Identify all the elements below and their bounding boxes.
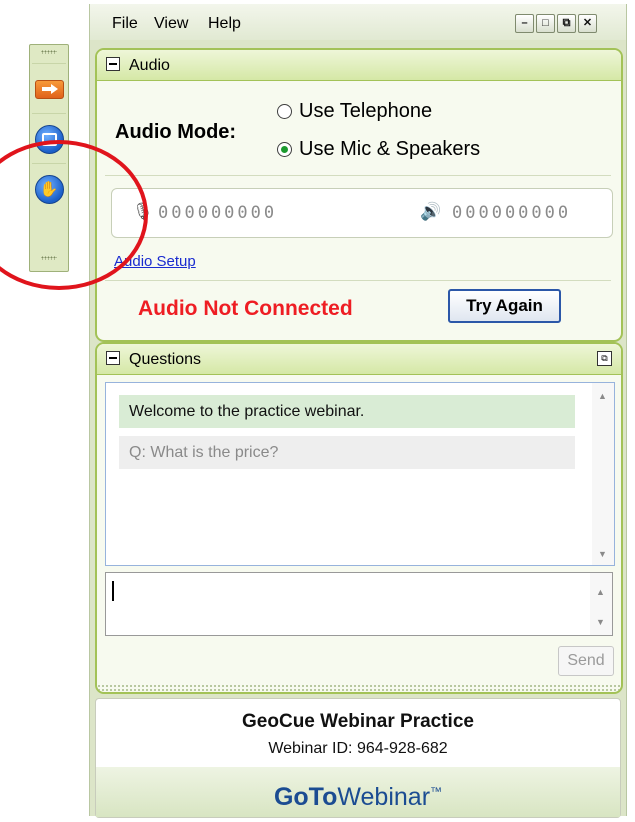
scroll-up-icon[interactable]: ▲ <box>598 391 607 401</box>
speaker-icon: 🔊 <box>420 202 442 221</box>
try-again-button[interactable]: Try Again <box>448 289 561 323</box>
input-scrollbar[interactable]: ▲ ▼ <box>590 573 612 635</box>
audio-mode-label: Audio Mode: <box>115 121 237 143</box>
audio-panel-title: Audio <box>129 57 170 74</box>
audio-level-meter: 🎙 000000000 🔊 000000000 <box>111 188 613 238</box>
resize-strip[interactable] <box>97 684 621 692</box>
restore-icon[interactable]: ⧉ <box>557 14 576 33</box>
webinar-title: GeoCue Webinar Practice <box>242 711 474 732</box>
audio-status-text: Audio Not Connected <box>138 297 353 320</box>
questions-panel-title: Questions <box>129 351 202 368</box>
menu-file[interactable]: File <box>112 15 138 33</box>
close-icon[interactable]: ✕ <box>578 14 597 33</box>
divider <box>105 175 611 176</box>
menu-view[interactable]: View <box>154 15 188 33</box>
questions-log[interactable]: Welcome to the practice webinar. Q: What… <box>105 382 615 566</box>
questions-scrollbar[interactable]: ▲ ▼ <box>592 383 614 565</box>
show-panel-button[interactable] <box>32 63 66 114</box>
question-item: Welcome to the practice webinar. <box>119 395 575 428</box>
collapse-audio-button[interactable] <box>106 57 120 71</box>
brand-regular: Webinar <box>337 783 431 812</box>
question-item: Q: What is the price? <box>119 436 575 469</box>
gotowebinar-control-panel: File View Help – □ ⧉ ✕ Audio Audio Mode:… <box>89 4 627 818</box>
minimize-icon[interactable]: – <box>515 14 534 33</box>
arrow-right-icon <box>34 79 64 99</box>
telephone-radio[interactable] <box>277 104 292 119</box>
question-input[interactable]: ▲ ▼ <box>105 572 613 636</box>
divider <box>105 280 611 281</box>
menu-help[interactable]: Help <box>208 15 241 33</box>
send-button[interactable]: Send <box>558 646 614 676</box>
webinar-info: GeoCue Webinar Practice Webinar ID: 964-… <box>95 698 621 818</box>
webinar-id: Webinar ID: 964-928-682 <box>268 740 448 757</box>
brand-bold: GoTo <box>273 783 338 812</box>
toolbar-grip-top[interactable] <box>30 45 68 59</box>
mic-speakers-radio[interactable] <box>277 142 292 157</box>
questions-panel-header: Questions ⧉ <box>97 344 621 375</box>
questions-panel: Questions ⧉ Welcome to the practice webi… <box>95 342 623 694</box>
menu-bar: File View Help – □ ⧉ ✕ <box>90 4 626 40</box>
audio-panel-header: Audio <box>97 50 621 81</box>
audio-panel: Audio Audio Mode: Use Telephone Use Mic … <box>95 48 623 342</box>
scroll-up-icon[interactable]: ▲ <box>596 587 605 597</box>
popout-icon[interactable]: ⧉ <box>597 351 612 366</box>
brand-trademark: ™ <box>430 785 443 799</box>
mic-speakers-option-label[interactable]: Use Mic & Speakers <box>299 138 480 161</box>
text-caret <box>112 581 114 601</box>
speaker-level-readout: 000000000 <box>452 203 572 223</box>
collapse-questions-button[interactable] <box>106 351 120 365</box>
brand-bar: GoToWebinar™ <box>96 767 620 817</box>
gotowebinar-logo: GoToWebinar™ <box>274 783 442 811</box>
telephone-option-label[interactable]: Use Telephone <box>299 100 432 123</box>
scroll-down-icon[interactable]: ▼ <box>598 549 607 559</box>
maximize-icon[interactable]: □ <box>536 14 555 33</box>
mic-level-readout: 000000000 <box>158 203 278 223</box>
scroll-down-icon[interactable]: ▼ <box>596 617 605 627</box>
